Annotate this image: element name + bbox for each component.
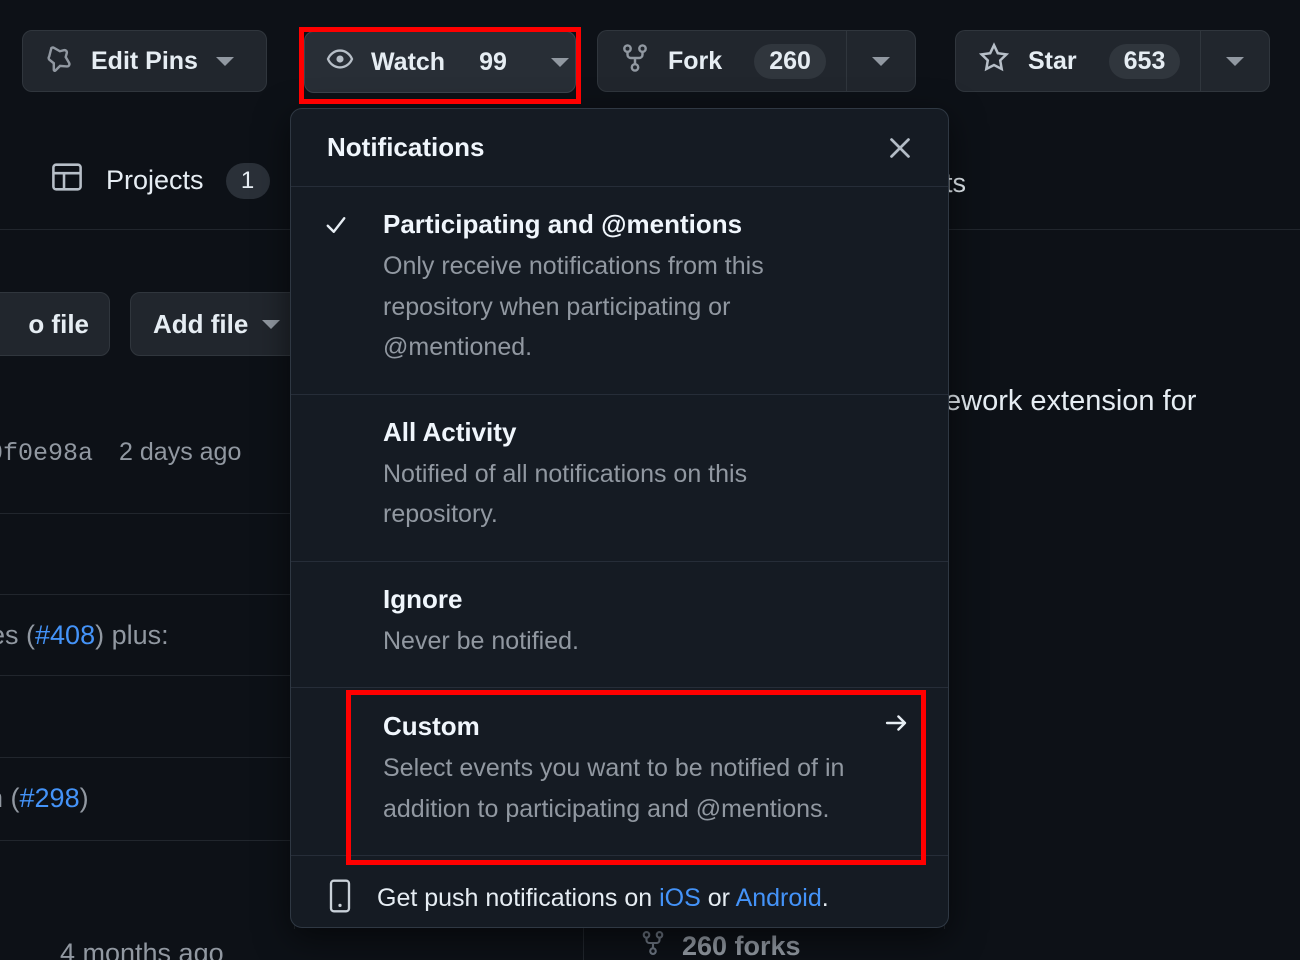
check-icon <box>321 213 351 243</box>
file-list-divider-1 <box>0 513 295 514</box>
chevron-down-icon <box>262 320 280 329</box>
notification-option-title: Ignore <box>383 584 912 615</box>
fork-count: 260 <box>754 44 826 79</box>
readme-line-1-prefix: es ( <box>0 620 35 650</box>
bottom-divider <box>583 925 584 960</box>
fork-icon <box>640 930 666 960</box>
commit-relative-time: 2 days ago <box>119 438 241 467</box>
pin-icon <box>43 46 73 76</box>
notifications-header: Notifications <box>291 109 948 187</box>
star-count: 653 <box>1109 44 1181 79</box>
add-file-label: Add file <box>153 309 248 340</box>
chevron-down-icon <box>1226 57 1244 66</box>
notification-option-title: Participating and @mentions <box>383 209 912 240</box>
fork-label: Fork <box>668 47 722 76</box>
chevron-down-icon <box>872 57 890 66</box>
star-dropdown-button[interactable] <box>1200 30 1270 92</box>
screenshot-root: Edit Pins Watch 99 <box>0 0 1300 960</box>
fork-dropdown-button[interactable] <box>846 30 916 92</box>
nav-divider-left <box>0 229 295 230</box>
mobile-device-icon <box>325 878 355 919</box>
commit-sha[interactable]: 0f0e98a <box>0 439 93 468</box>
ios-link[interactable]: iOS <box>659 884 701 912</box>
notification-option-description: Only receive notifications from this rep… <box>383 246 853 368</box>
push-text-middle: or <box>701 884 736 912</box>
file-list-divider-5 <box>0 840 295 841</box>
eye-icon <box>325 44 355 81</box>
notification-option-participating[interactable]: Participating and @mentions Only receive… <box>291 187 948 395</box>
notification-option-description: Never be notified. <box>383 621 853 662</box>
repository-description-partial: ework extension for <box>945 385 1196 418</box>
chevron-down-icon <box>216 57 234 66</box>
notification-option-title: All Activity <box>383 417 912 448</box>
notifications-title: Notifications <box>327 132 484 163</box>
file-list-divider-4 <box>0 757 295 758</box>
forks-stat[interactable]: 260 forks <box>640 930 801 960</box>
notification-option-title-row: Custom <box>383 710 912 742</box>
notification-option-ignore[interactable]: Ignore Never be notified. <box>291 562 948 689</box>
latest-commit-row: 0f0e98a 2 days ago <box>0 438 241 468</box>
star-button-group[interactable]: Star 653 <box>955 30 1270 92</box>
edit-pins-label: Edit Pins <box>91 47 198 76</box>
watch-button[interactable]: Watch 99 <box>304 31 576 93</box>
notifications-dropdown: Notifications Participating and @mention… <box>290 108 949 928</box>
file-updated-time: 4 months ago <box>60 938 224 960</box>
readme-line-2: n (#298) <box>0 783 89 814</box>
fork-button[interactable]: Fork 260 <box>597 30 846 92</box>
fork-icon <box>620 43 650 80</box>
projects-table-icon <box>50 160 84 201</box>
watch-count: 99 <box>479 48 507 77</box>
push-notifications-footer: Get push notifications on iOS or Android… <box>291 856 948 928</box>
close-icon[interactable] <box>880 128 920 168</box>
readme-line-1: es (#408) plus: <box>0 620 169 651</box>
readme-line-2-suffix: ) <box>80 783 89 813</box>
go-to-file-button[interactable]: o file <box>0 292 110 356</box>
nav-tab-projects-count: 1 <box>226 163 270 199</box>
push-text-after: . <box>822 884 829 912</box>
file-list-divider-2 <box>0 594 295 595</box>
push-text-before: Get push notifications on <box>377 884 659 912</box>
android-link[interactable]: Android <box>736 884 822 912</box>
nav-tab-projects[interactable]: Projects 1 <box>50 160 270 201</box>
readme-line-2-link[interactable]: #298 <box>20 783 80 813</box>
forks-stat-label: 260 forks <box>682 931 801 960</box>
notification-option-title: Custom <box>383 711 480 742</box>
nav-tab-projects-label: Projects <box>106 165 204 196</box>
notification-option-description: Notified of all notifications on this re… <box>383 454 853 535</box>
notification-option-description: Select events you want to be notified of… <box>383 748 912 829</box>
star-button[interactable]: Star 653 <box>955 30 1200 92</box>
arrow-right-icon <box>880 710 912 742</box>
file-list-divider-3 <box>0 675 295 676</box>
readme-line-1-suffix: ) plus: <box>95 620 169 650</box>
star-icon <box>978 42 1010 81</box>
notification-option-all-activity[interactable]: All Activity Notified of all notificatio… <box>291 395 948 562</box>
watch-label: Watch <box>371 48 445 77</box>
chevron-down-icon <box>551 58 569 67</box>
push-notifications-text: Get push notifications on iOS or Android… <box>377 884 829 913</box>
watch-button-group[interactable]: Watch 99 <box>304 31 576 93</box>
fork-button-group[interactable]: Fork 260 <box>597 30 916 92</box>
edit-pins-button[interactable]: Edit Pins <box>22 30 267 92</box>
nav-divider-right <box>945 229 1300 230</box>
star-label: Star <box>1028 47 1077 76</box>
readme-line-2-prefix: n ( <box>0 783 20 813</box>
go-to-file-label: o file <box>28 309 89 340</box>
notification-option-custom[interactable]: Custom Select events you want to be noti… <box>291 688 948 856</box>
readme-line-1-link[interactable]: #408 <box>35 620 95 650</box>
